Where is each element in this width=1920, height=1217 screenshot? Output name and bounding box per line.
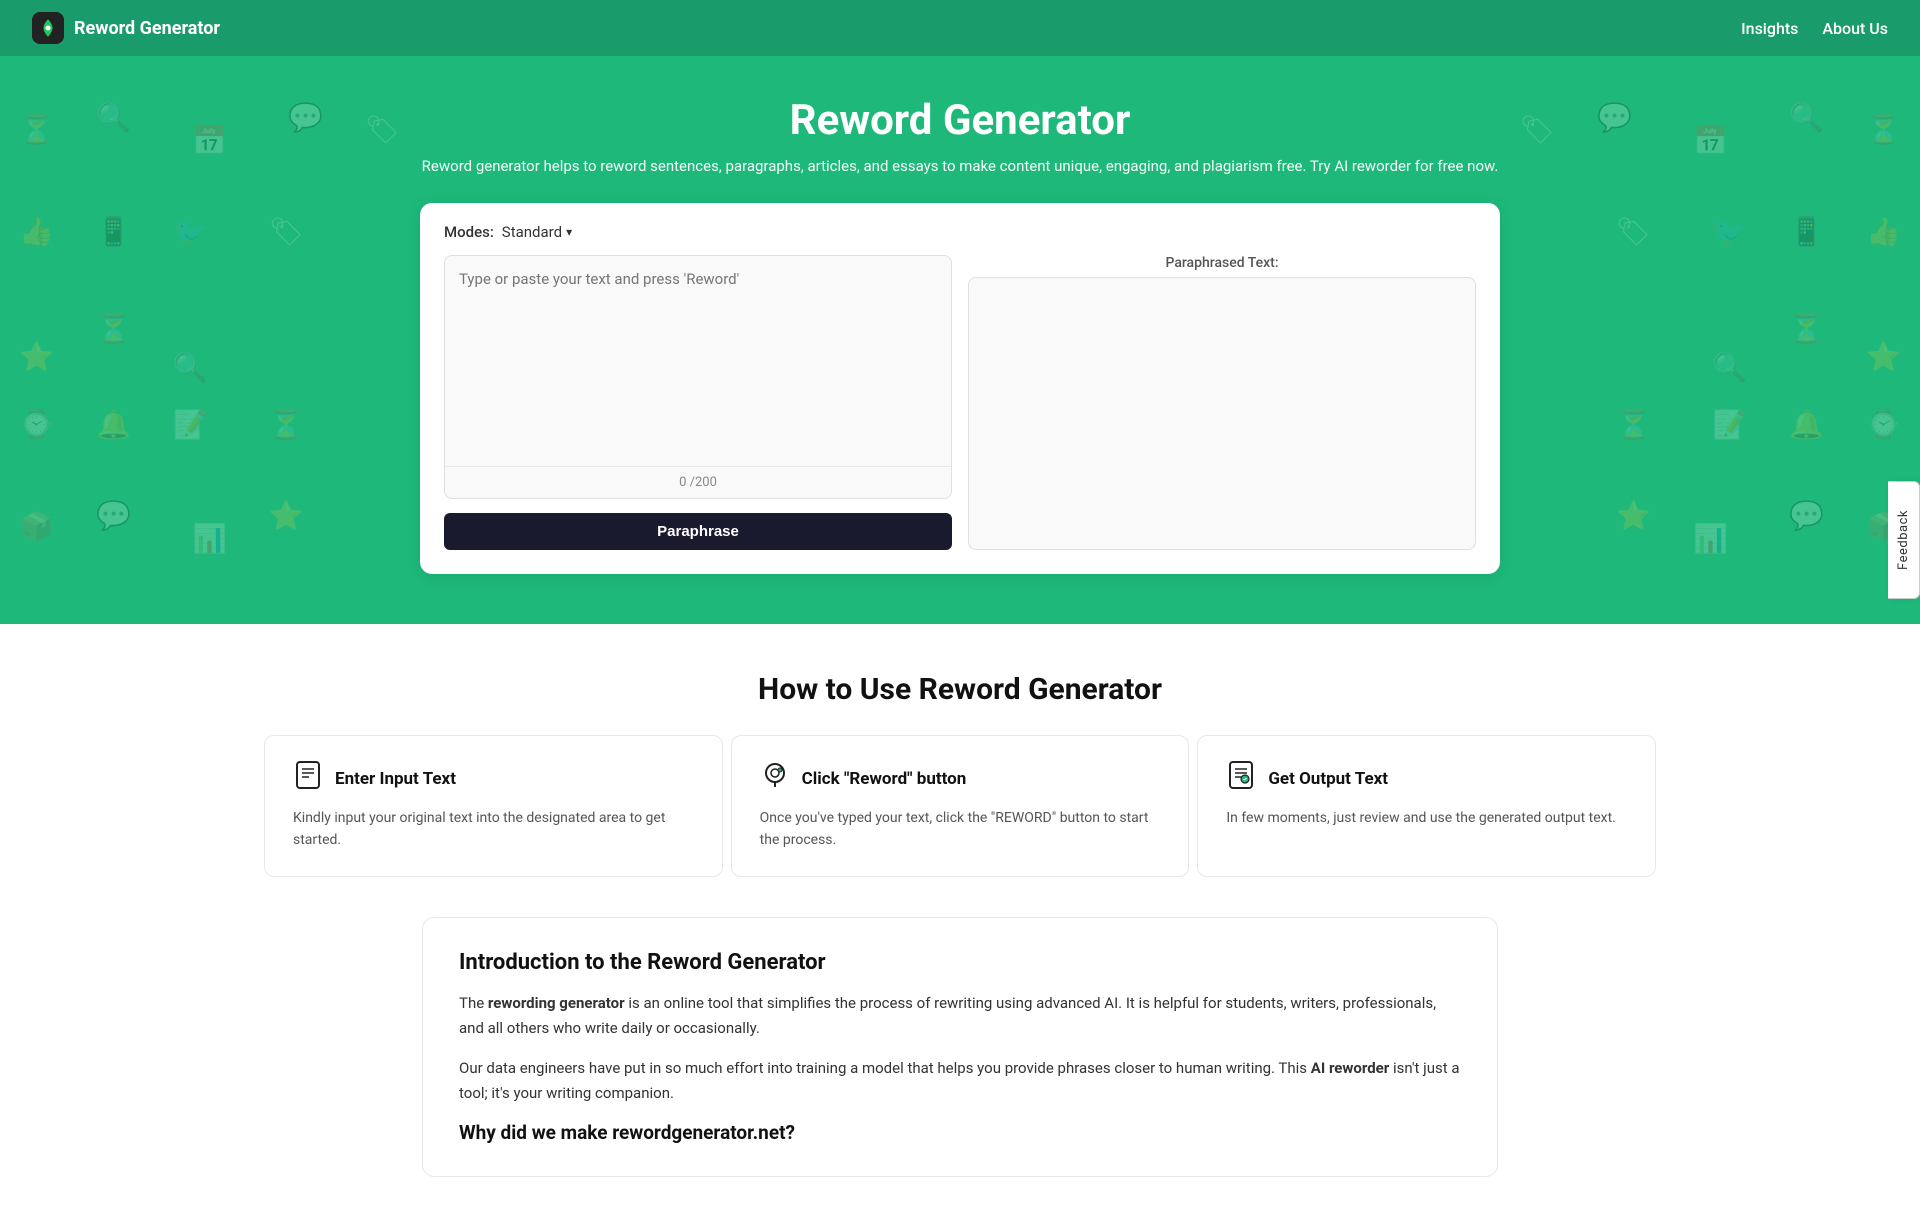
intro-subtitle: Why did we make rewordgenerator.net? — [459, 1121, 1461, 1144]
hero-content: Reword Generator Reword generator helps … — [0, 96, 1920, 574]
char-current: 0 — [679, 475, 686, 490]
how-card-text-0: Kindly input your original text into the… — [293, 807, 694, 852]
nav-insights[interactable]: Insights — [1741, 19, 1798, 38]
how-title: How to Use Reword Generator — [32, 672, 1888, 707]
nav-links: Insights About Us — [1741, 19, 1888, 38]
how-card-2: Get Output Text In few moments, just rev… — [1197, 735, 1656, 877]
paraphrase-button[interactable]: Paraphrase — [444, 513, 952, 550]
feedback-tab-container: Feedback — [1888, 481, 1920, 599]
how-card-icon-2 — [1226, 760, 1256, 797]
intro-title: Introduction to the Reword Generator — [459, 950, 1461, 975]
how-card-title-0: Enter Input Text — [335, 769, 456, 789]
output-panel: Paraphrased Text: — [968, 255, 1476, 550]
how-card-text-2: In few moments, just review and use the … — [1226, 807, 1627, 829]
how-card-title-2: Get Output Text — [1268, 769, 1388, 789]
navbar: Reword Generator Insights About Us — [0, 0, 1920, 56]
tool-card: Modes: Standard ▾ 0 /200 Paraphrase — [420, 203, 1500, 574]
how-section: How to Use Reword Generator Enter Input … — [0, 624, 1920, 917]
intro-para1: The rewording generator is an online too… — [459, 991, 1461, 1042]
hero-subtitle: Reword generator helps to reword sentenc… — [0, 157, 1920, 175]
how-card-icon-1 — [760, 760, 790, 797]
tool-panels: 0 /200 Paraphrase Paraphrased Text: — [444, 255, 1476, 550]
how-cards: Enter Input Text Kindly input your origi… — [260, 735, 1660, 877]
char-max: /200 — [690, 475, 717, 490]
feedback-tab[interactable]: Feedback — [1888, 481, 1920, 599]
char-count: 0 /200 — [445, 466, 951, 498]
output-area — [968, 277, 1476, 550]
how-card-header-0: Enter Input Text — [293, 760, 694, 797]
hero-title: Reword Generator — [0, 96, 1920, 145]
intro-para2: Our data engineers have put in so much e… — [459, 1056, 1461, 1107]
nav-logo: Reword Generator — [32, 12, 220, 44]
input-textarea[interactable] — [445, 256, 951, 466]
how-card-0: Enter Input Text Kindly input your origi… — [264, 735, 723, 877]
how-card-icon-0 — [293, 760, 323, 797]
how-card-header-2: Get Output Text — [1226, 760, 1627, 797]
input-area-wrapper: 0 /200 — [444, 255, 952, 499]
input-panel: 0 /200 Paraphrase — [444, 255, 952, 550]
hero-section: ⏳🔍 📅💬 🏷⭐ ⏳🔍 📦💬 📊⭐ 👍📱 🐦🏷 ⌚🔔 📝⏳ ⏳🔍 📅💬 🏷⭐ ⏳… — [0, 56, 1920, 624]
nav-logo-text: Reword Generator — [74, 18, 220, 39]
chevron-down-icon: ▾ — [566, 225, 572, 239]
how-card-text-1: Once you've typed your text, click the "… — [760, 807, 1161, 852]
how-card-title-1: Click "Reword" button — [802, 769, 967, 789]
intro-wrapper: Introduction to the Reword Generator The… — [390, 917, 1530, 1177]
mode-value: Standard — [502, 223, 562, 241]
nav-about-us[interactable]: About Us — [1822, 19, 1888, 38]
how-card-header-1: Click "Reword" button — [760, 760, 1161, 797]
modes-bar: Modes: Standard ▾ — [444, 223, 1476, 241]
output-label: Paraphrased Text: — [968, 255, 1476, 271]
intro-section: Introduction to the Reword Generator The… — [422, 917, 1498, 1177]
how-card-1: Click "Reword" button Once you've typed … — [731, 735, 1190, 877]
logo-icon — [32, 12, 64, 44]
mode-select[interactable]: Standard ▾ — [502, 223, 572, 241]
intro-bold-1: rewording generator — [488, 994, 625, 1012]
modes-label: Modes: — [444, 223, 494, 241]
intro-bold-2: AI reworder — [1311, 1059, 1390, 1077]
